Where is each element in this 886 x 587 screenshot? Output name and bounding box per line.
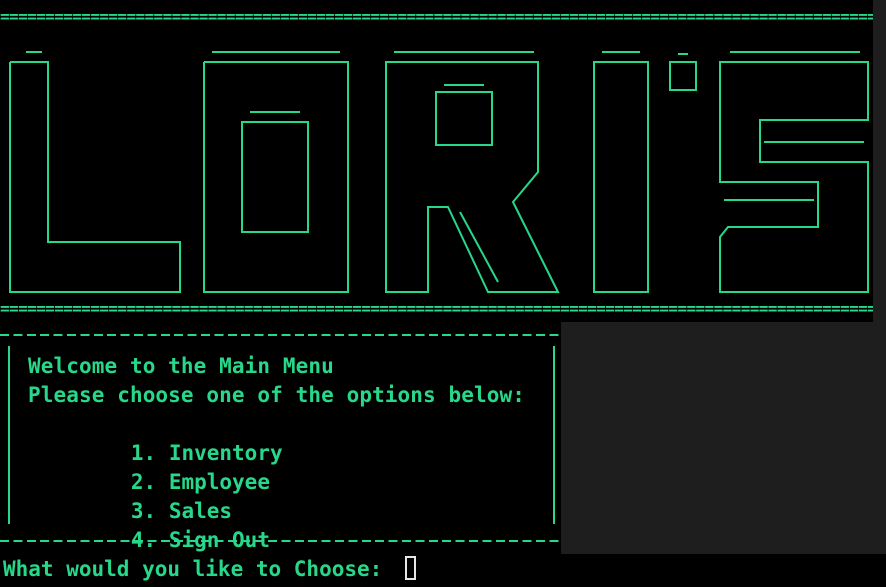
logo-letter-l (9, 61, 181, 293)
menu-border-bottom (0, 530, 561, 544)
menu-border-top (0, 324, 561, 338)
logo-letter-s (719, 61, 869, 293)
menu-border-right (553, 346, 555, 524)
prompt-text: What would you like to Choose: (3, 557, 395, 581)
banner-rule-bottom: ========================================… (0, 300, 873, 318)
banner-rule-top: ========================================… (0, 8, 873, 26)
logo-letter-i (593, 61, 649, 293)
logo-letter-r (385, 61, 560, 293)
logo-letter-o (203, 61, 349, 293)
menu-border-left (8, 346, 10, 524)
terminal-window: ========================================… (0, 0, 886, 587)
logo-apostrophe (669, 61, 697, 91)
main-menu-box: Welcome to the Main Menu Please choose o… (0, 322, 561, 554)
menu-welcome-text: Welcome to the Main Menu (28, 354, 334, 378)
ascii-logo (8, 32, 873, 300)
menu-instruction-text: Please choose one of the options below: (28, 383, 525, 407)
ascii-banner: ========================================… (0, 0, 873, 322)
command-prompt-row[interactable]: What would you like to Choose: (0, 554, 886, 587)
text-cursor[interactable] (405, 556, 416, 580)
